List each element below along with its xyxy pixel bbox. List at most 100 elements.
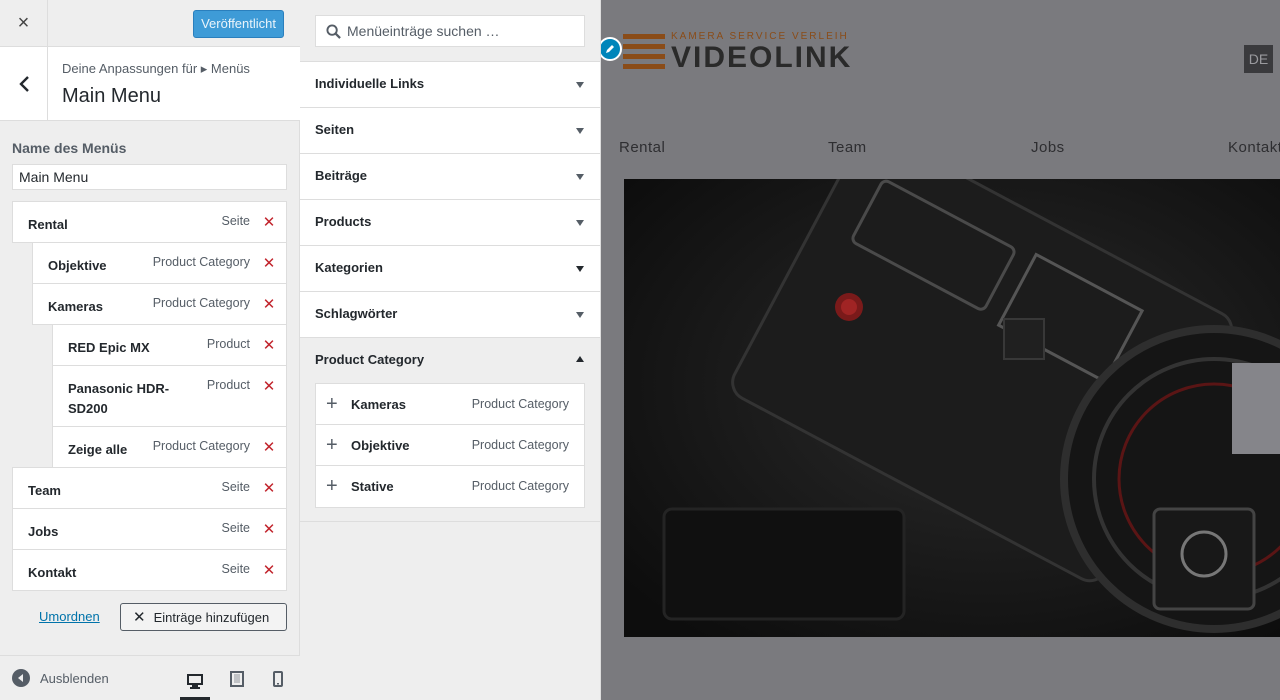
collapse-sidebar-button[interactable]: Ausblenden <box>12 669 109 687</box>
delete-icon[interactable]: ✕ <box>262 478 276 498</box>
menu-item-type: Product <box>206 378 250 392</box>
chevron-down-icon <box>576 82 584 88</box>
nav-rental[interactable]: Rental <box>619 139 665 156</box>
menu-item-objektive[interactable]: Objektive Product Category ✕ <box>32 242 287 284</box>
delete-icon[interactable]: ✕ <box>262 253 276 273</box>
language-switcher[interactable]: DE <box>1244 45 1273 73</box>
item-title: Kameras <box>351 397 406 412</box>
section-label: Product Category <box>315 352 425 367</box>
chevron-down-icon <box>576 220 584 226</box>
item-title: Objektive <box>351 438 410 453</box>
divider <box>300 521 600 522</box>
pencil-icon[interactable] <box>601 37 622 61</box>
menu-item-type: Seite <box>221 562 251 576</box>
add-items-button[interactable]: ✕ Einträge hinzufügen <box>120 603 287 631</box>
nav-jobs[interactable]: Jobs <box>1031 139 1065 156</box>
menu-item-title: Objektive <box>48 258 107 273</box>
menu-name-input[interactable] <box>12 164 287 190</box>
section-header: Deine Anpassungen für ▸ Menüs Main Menu <box>0 47 300 121</box>
menu-item-kameras[interactable]: Kameras Product Category ✕ <box>32 283 287 325</box>
menu-item-type: Product Category <box>152 439 250 453</box>
delete-icon[interactable]: ✕ <box>262 212 276 232</box>
tablet-preview-button[interactable] <box>222 666 252 692</box>
close-customizer-button[interactable]: × <box>0 0 48 47</box>
menu-item-rental[interactable]: Rental Seite ✕ <box>12 201 287 243</box>
section-label: Kategorien <box>315 260 383 275</box>
section-product-category[interactable]: Product Category <box>300 337 600 383</box>
delete-icon[interactable]: ✕ <box>262 519 276 539</box>
menu-item-type: Seite <box>221 214 251 228</box>
section-seiten[interactable]: Seiten <box>300 107 600 153</box>
add-item-objektive[interactable]: + Objektive Product Category <box>316 425 584 466</box>
section-label: Beiträge <box>315 168 368 183</box>
menu-item-jobs[interactable]: Jobs Seite ✕ <box>12 508 287 550</box>
menu-item-title: Jobs <box>28 524 59 539</box>
item-title: Stative <box>351 479 394 494</box>
close-icon: ✕ <box>133 609 146 626</box>
mobile-preview-button[interactable] <box>263 666 293 692</box>
menu-item-type: Product <box>206 337 250 351</box>
section-label: Schlagwörter <box>315 306 398 321</box>
desktop-preview-button[interactable] <box>180 666 210 700</box>
nav-kontakt[interactable]: Kontakt <box>1228 139 1280 156</box>
delete-icon[interactable]: ✕ <box>262 560 276 580</box>
plus-icon: + <box>326 434 338 456</box>
item-type: Product Category <box>471 479 569 493</box>
logo-word: VIDEOLINK <box>671 41 852 72</box>
menu-item-type: Seite <box>221 480 251 494</box>
mobile-icon <box>273 671 283 687</box>
menu-item-type: Product Category <box>152 255 250 269</box>
plus-icon: + <box>326 475 338 497</box>
hero-image <box>624 179 1280 637</box>
menu-search[interactable] <box>315 15 585 47</box>
category-item-list: + Kameras Product Category + Objektive P… <box>315 383 585 508</box>
delete-icon[interactable]: ✕ <box>262 376 276 396</box>
menu-item-red-epic-mx[interactable]: RED Epic MX Product ✕ <box>52 324 287 366</box>
item-type: Product Category <box>471 438 569 452</box>
publish-button[interactable]: Veröffentlicht <box>193 10 284 38</box>
customizer-panel: × Veröffentlicht Deine Anpassungen für ▸… <box>0 0 300 700</box>
site-preview: KAMERA SERVICE VERLEIH VIDEOLINK DE Rent… <box>601 0 1280 700</box>
section-label: Individuelle Links <box>315 76 425 91</box>
nav-team[interactable]: Team <box>828 139 867 156</box>
chevron-down-icon <box>576 128 584 134</box>
add-item-stative[interactable]: + Stative Product Category <box>316 466 584 507</box>
search-input[interactable] <box>347 23 567 39</box>
menu-item-title: Rental <box>28 217 68 232</box>
chevron-down-icon <box>576 312 584 318</box>
menu-item-title: Zeige alle <box>68 442 128 457</box>
delete-icon[interactable]: ✕ <box>262 437 276 457</box>
reorder-link[interactable]: Umordnen <box>39 609 100 624</box>
menu-item-type: Seite <box>221 521 251 535</box>
delete-icon[interactable]: ✕ <box>262 294 276 314</box>
menu-item-kontakt[interactable]: Kontakt Seite ✕ <box>12 549 287 591</box>
customizer-header: × Veröffentlicht <box>0 0 300 47</box>
slider-handle[interactable] <box>1232 363 1280 454</box>
menu-item-zeige-alle[interactable]: Zeige alle Product Category ✕ <box>52 426 287 468</box>
section-label: Products <box>315 214 372 229</box>
section-individuelle-links[interactable]: Individuelle Links <box>300 61 600 107</box>
site-logo[interactable]: KAMERA SERVICE VERLEIH VIDEOLINK <box>623 30 883 74</box>
section-products[interactable]: Products <box>300 199 600 245</box>
menu-item-team[interactable]: Team Seite ✕ <box>12 467 287 509</box>
add-items-label: Einträge hinzufügen <box>153 609 270 625</box>
collapse-icon <box>12 669 30 687</box>
customizer-footer: Ausblenden <box>0 655 300 700</box>
chevron-down-icon <box>576 174 584 180</box>
section-kategorien[interactable]: Kategorien <box>300 245 600 291</box>
back-button[interactable] <box>0 47 48 120</box>
item-type: Product Category <box>471 397 569 411</box>
collapse-label: Ausblenden <box>40 670 109 686</box>
menu-item-panasonic[interactable]: Panasonic HDR-SD200 Product ✕ <box>52 365 287 427</box>
chevron-up-icon <box>576 356 584 362</box>
section-schlagwoerter[interactable]: Schlagwörter <box>300 291 600 337</box>
section-beitraege[interactable]: Beiträge <box>300 153 600 199</box>
chevron-left-icon <box>18 75 29 92</box>
add-item-kameras[interactable]: + Kameras Product Category <box>316 384 584 425</box>
desktop-icon <box>187 674 203 689</box>
close-icon: × <box>17 12 30 34</box>
delete-icon[interactable]: ✕ <box>262 335 276 355</box>
tablet-icon <box>230 671 244 687</box>
menu-item-title: Kameras <box>48 299 103 314</box>
menu-item-title: Panasonic HDR-SD200 <box>68 381 170 416</box>
